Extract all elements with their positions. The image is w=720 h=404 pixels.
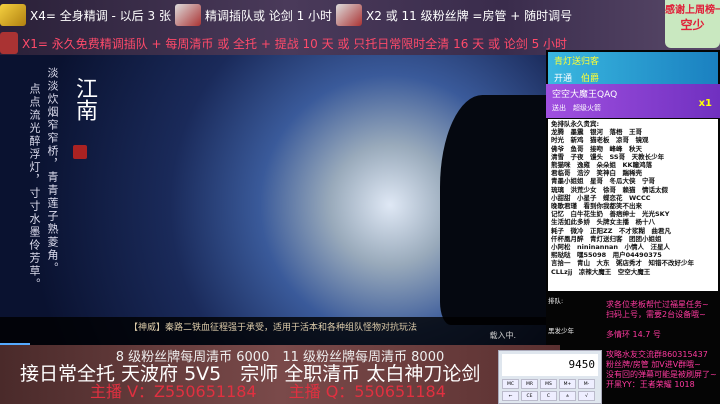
reward-row-2: X1= 永久免费精调插队 + 每周清币 或 全托 + 提战 10 天 或 只托日…	[0, 32, 567, 54]
gift-card: 青灯送归客 开通 伯爵	[548, 52, 718, 84]
seal-icon	[73, 145, 87, 159]
vip-row: 青墨小姐姐 星哥 冬瓜大侠 宁哥	[551, 177, 655, 186]
note-line: 求各位老板帮忙过福星任务~	[606, 300, 709, 309]
note-line: 没有回的弹幕可能是被刷屏了~	[606, 370, 717, 379]
bottom-banner: 8 级粉丝牌每周清币 6000 11 级粉丝牌每周清币 8000 接日常全托 天…	[0, 345, 560, 404]
note-line	[606, 320, 717, 330]
reward-row-1: X4= 全身精调 - 以后 3 张 精调插队或 论剑 1 小时 X2 或 11 …	[0, 4, 572, 26]
calculator-key[interactable]: M-	[578, 379, 595, 389]
gift-user: 空空大魔王QAQ	[552, 90, 618, 100]
calculator-key[interactable]: M+	[559, 379, 576, 389]
vip-list-title: 免排队永久贵宾:	[551, 120, 600, 128]
game-loading-screen: 江南 淡淡炊烟窄窄桥，青青莲子熟菱角。 点点流光醉浮灯，寸寸水墨伶芳草。 【神威…	[0, 55, 546, 345]
note-line: 扫码上号，需要2台设备哦~	[606, 310, 706, 319]
vip-row: 时光 新鸡 猫老板 凉哥 镜观	[551, 136, 649, 145]
gold-ticket-icon	[0, 4, 26, 26]
queue-user: 黑发少年	[548, 327, 574, 335]
reward-text: 精调插队或 论剑 1 小时	[204, 8, 333, 23]
calculator-key[interactable]: ±	[559, 391, 576, 401]
thanks-box: 感谢上周榜一老板 空少	[665, 0, 720, 48]
vip-row: 熊猫咪 逸雍 朵朵姐 KK瞳鸿落	[551, 161, 653, 170]
calculator-key[interactable]: MC	[502, 379, 519, 389]
notes: 求各位老板帮忙过福星任务~ 扫码上号，需要2台设备哦~ 多情环 14.7 号攻略水友…	[606, 300, 717, 390]
vip-row: 言拾一 青山 大东 粥店秀才 知错不改好少年	[551, 259, 694, 268]
note-line: 多情环 14.7 号	[606, 330, 661, 339]
contact-line: 主播 V：Z550651184 主播 Q：550651184	[90, 382, 446, 401]
vip-row: CLLzjj 凉辣大魔王 空空大魔王	[551, 267, 651, 276]
rocket-icon	[0, 32, 18, 54]
vip-row: 晚歌君瑾 看到你我都笑不出来	[551, 202, 642, 211]
note-line: 攻略水友交流群860315437	[606, 350, 708, 359]
poem-line: 点点流光醉浮灯，寸寸水墨伶芳草。	[28, 83, 41, 291]
vip-row: 清雪 子夜 馒头 SS哥 天教长少年	[551, 152, 665, 161]
plane-icon	[174, 4, 201, 26]
note-line: 粉丝牌/房管 加V进V群哦~	[606, 360, 701, 369]
vip-row: 仟杯凰月醉 青灯送归客 团团小姐姐	[551, 234, 662, 243]
calculator-key[interactable]: C	[540, 391, 557, 401]
calculator-window[interactable]: 9450 MC MR MS M+ M- ← CE C ± √	[498, 350, 602, 404]
calculator-key[interactable]: MS	[540, 379, 557, 389]
note-line	[606, 340, 717, 350]
gift-card: 空空大魔王QAQ 送出 超级火箭 x1	[546, 84, 720, 118]
calculator-key[interactable]: √	[578, 391, 595, 401]
character-silhouette	[440, 95, 546, 325]
note-line: 开黑YY：王者荣耀 1018	[606, 380, 695, 389]
vip-row: 佛爷 鱼哥 接吻 峰峰 秋天	[551, 144, 642, 153]
gift-count: x1	[698, 98, 712, 109]
calculator-display: 9450	[502, 354, 598, 376]
game-title: 江南	[72, 77, 97, 121]
reward-text: X2 或 11 级粉丝牌 =房管 + 随时调号	[366, 8, 573, 23]
reward-text: X4= 全身精调 - 以后 3 张	[30, 8, 171, 23]
calculator-key[interactable]: CE	[521, 391, 538, 401]
calculator-key[interactable]: ←	[502, 391, 519, 401]
gift-action: 开通	[554, 74, 573, 84]
vip-row: 琉璃 洪荒少女 徐哥 赖猫 情话太假	[551, 185, 668, 194]
plane-icon	[336, 4, 363, 26]
vip-row: 耗子 微冷 正阳ZZ 不才浆糊 曲君凡	[551, 226, 671, 235]
thanks-text: 感谢上周榜一老板	[665, 5, 720, 16]
loading-text: 载入中.	[489, 331, 516, 340]
donation-banner: X4= 全身精调 - 以后 3 张 精调插队或 论剑 1 小时 X2 或 11 …	[0, 0, 720, 55]
gift-action: 送出	[552, 104, 566, 112]
reward-text: X1= 永久免费精调插队 + 每周清币 或 全托 + 提战 10 天 或 只托日…	[22, 36, 568, 51]
gift-item: 超级火箭	[573, 104, 601, 112]
queue-label: 排队:	[548, 297, 564, 305]
vip-row: 生活如此多娇 头牌女主播 杨十八	[551, 218, 655, 227]
vip-list: 免排队永久贵宾: 龙腾 墨震 银河 落梧 王哥 时光 新鸡 猫老板 凉哥 镜观 佛爷…	[548, 119, 718, 291]
gift-user: 青灯送归客	[554, 57, 600, 67]
poem-line: 淡淡炊烟窄窄桥，青青莲子熟菱角。	[46, 67, 59, 275]
gift-item: 伯爵	[581, 74, 600, 84]
loading-tip: 【神威】秦路二铁血征程强于承受，适用于活本和各种组队怪物对抗玩法	[0, 317, 546, 345]
vip-row: 小甜甜 小星子 蝶恋花 WCCC	[551, 193, 651, 202]
calculator-key[interactable]: MR	[521, 379, 538, 389]
thanks-name: 空少	[680, 18, 705, 32]
